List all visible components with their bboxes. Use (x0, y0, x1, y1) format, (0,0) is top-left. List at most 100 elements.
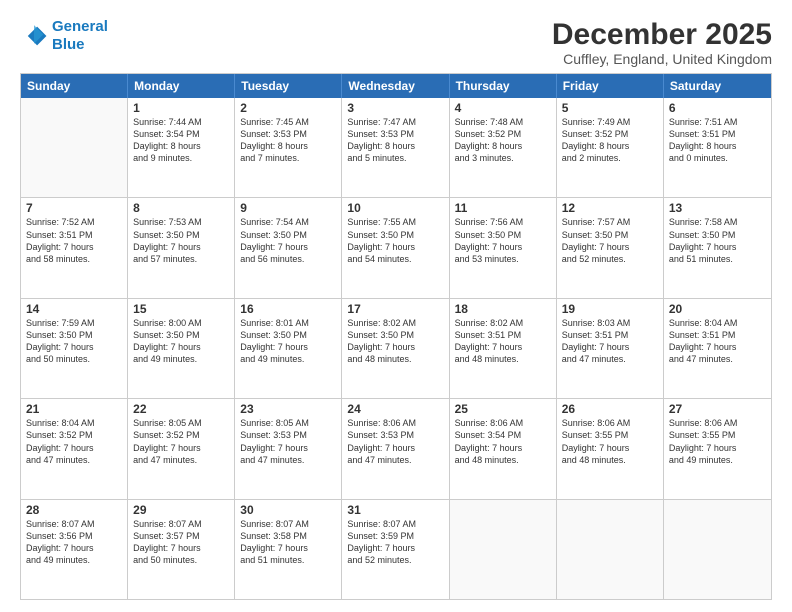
cal-cell: 25Sunrise: 8:06 AM Sunset: 3:54 PM Dayli… (450, 399, 557, 498)
cell-info: Sunrise: 8:06 AM Sunset: 3:55 PM Dayligh… (669, 417, 766, 466)
cell-info: Sunrise: 7:49 AM Sunset: 3:52 PM Dayligh… (562, 116, 658, 165)
week-row-4: 21Sunrise: 8:04 AM Sunset: 3:52 PM Dayli… (21, 398, 771, 498)
cal-cell: 4Sunrise: 7:48 AM Sunset: 3:52 PM Daylig… (450, 98, 557, 197)
day-number: 28 (26, 503, 122, 517)
cell-info: Sunrise: 8:03 AM Sunset: 3:51 PM Dayligh… (562, 317, 658, 366)
day-number: 26 (562, 402, 658, 416)
cell-info: Sunrise: 7:44 AM Sunset: 3:54 PM Dayligh… (133, 116, 229, 165)
cal-cell: 3Sunrise: 7:47 AM Sunset: 3:53 PM Daylig… (342, 98, 449, 197)
day-number: 15 (133, 302, 229, 316)
cal-cell: 24Sunrise: 8:06 AM Sunset: 3:53 PM Dayli… (342, 399, 449, 498)
cell-info: Sunrise: 7:48 AM Sunset: 3:52 PM Dayligh… (455, 116, 551, 165)
day-number: 9 (240, 201, 336, 215)
cell-info: Sunrise: 7:51 AM Sunset: 3:51 PM Dayligh… (669, 116, 766, 165)
day-number: 2 (240, 101, 336, 115)
calendar-body: 1Sunrise: 7:44 AM Sunset: 3:54 PM Daylig… (21, 98, 771, 599)
day-number: 20 (669, 302, 766, 316)
cal-cell: 13Sunrise: 7:58 AM Sunset: 3:50 PM Dayli… (664, 198, 771, 297)
week-row-1: 1Sunrise: 7:44 AM Sunset: 3:54 PM Daylig… (21, 98, 771, 197)
cal-cell: 21Sunrise: 8:04 AM Sunset: 3:52 PM Dayli… (21, 399, 128, 498)
cal-cell: 10Sunrise: 7:55 AM Sunset: 3:50 PM Dayli… (342, 198, 449, 297)
cell-info: Sunrise: 7:55 AM Sunset: 3:50 PM Dayligh… (347, 216, 443, 265)
day-number: 13 (669, 201, 766, 215)
cell-info: Sunrise: 8:06 AM Sunset: 3:53 PM Dayligh… (347, 417, 443, 466)
cell-info: Sunrise: 7:54 AM Sunset: 3:50 PM Dayligh… (240, 216, 336, 265)
cal-cell: 19Sunrise: 8:03 AM Sunset: 3:51 PM Dayli… (557, 299, 664, 398)
day-number: 17 (347, 302, 443, 316)
calendar-header: SundayMondayTuesdayWednesdayThursdayFrid… (21, 74, 771, 98)
cal-cell: 8Sunrise: 7:53 AM Sunset: 3:50 PM Daylig… (128, 198, 235, 297)
cell-info: Sunrise: 7:45 AM Sunset: 3:53 PM Dayligh… (240, 116, 336, 165)
cal-cell: 28Sunrise: 8:07 AM Sunset: 3:56 PM Dayli… (21, 500, 128, 599)
cell-info: Sunrise: 8:05 AM Sunset: 3:52 PM Dayligh… (133, 417, 229, 466)
logo: General Blue (20, 18, 108, 54)
cell-info: Sunrise: 7:47 AM Sunset: 3:53 PM Dayligh… (347, 116, 443, 165)
cal-cell (450, 500, 557, 599)
cell-info: Sunrise: 8:06 AM Sunset: 3:55 PM Dayligh… (562, 417, 658, 466)
cell-info: Sunrise: 8:05 AM Sunset: 3:53 PM Dayligh… (240, 417, 336, 466)
cal-cell: 15Sunrise: 8:00 AM Sunset: 3:50 PM Dayli… (128, 299, 235, 398)
cal-cell: 29Sunrise: 8:07 AM Sunset: 3:57 PM Dayli… (128, 500, 235, 599)
location: Cuffley, England, United Kingdom (552, 51, 772, 67)
cal-cell: 26Sunrise: 8:06 AM Sunset: 3:55 PM Dayli… (557, 399, 664, 498)
day-number: 3 (347, 101, 443, 115)
cell-info: Sunrise: 8:02 AM Sunset: 3:51 PM Dayligh… (455, 317, 551, 366)
cell-info: Sunrise: 7:58 AM Sunset: 3:50 PM Dayligh… (669, 216, 766, 265)
cell-info: Sunrise: 7:53 AM Sunset: 3:50 PM Dayligh… (133, 216, 229, 265)
cal-cell: 30Sunrise: 8:07 AM Sunset: 3:58 PM Dayli… (235, 500, 342, 599)
cal-cell: 16Sunrise: 8:01 AM Sunset: 3:50 PM Dayli… (235, 299, 342, 398)
day-header-tuesday: Tuesday (235, 74, 342, 98)
cell-info: Sunrise: 8:07 AM Sunset: 3:57 PM Dayligh… (133, 518, 229, 567)
day-header-sunday: Sunday (21, 74, 128, 98)
day-number: 4 (455, 101, 551, 115)
cal-cell: 23Sunrise: 8:05 AM Sunset: 3:53 PM Dayli… (235, 399, 342, 498)
cell-info: Sunrise: 8:04 AM Sunset: 3:51 PM Dayligh… (669, 317, 766, 366)
day-number: 19 (562, 302, 658, 316)
cell-info: Sunrise: 7:52 AM Sunset: 3:51 PM Dayligh… (26, 216, 122, 265)
cal-cell (557, 500, 664, 599)
day-number: 23 (240, 402, 336, 416)
week-row-5: 28Sunrise: 8:07 AM Sunset: 3:56 PM Dayli… (21, 499, 771, 599)
cell-info: Sunrise: 8:06 AM Sunset: 3:54 PM Dayligh… (455, 417, 551, 466)
day-number: 1 (133, 101, 229, 115)
cell-info: Sunrise: 7:56 AM Sunset: 3:50 PM Dayligh… (455, 216, 551, 265)
day-number: 30 (240, 503, 336, 517)
cal-cell: 2Sunrise: 7:45 AM Sunset: 3:53 PM Daylig… (235, 98, 342, 197)
cal-cell: 31Sunrise: 8:07 AM Sunset: 3:59 PM Dayli… (342, 500, 449, 599)
month-title: December 2025 (552, 18, 772, 51)
cal-cell: 12Sunrise: 7:57 AM Sunset: 3:50 PM Dayli… (557, 198, 664, 297)
day-number: 16 (240, 302, 336, 316)
week-row-3: 14Sunrise: 7:59 AM Sunset: 3:50 PM Dayli… (21, 298, 771, 398)
day-number: 6 (669, 101, 766, 115)
cell-info: Sunrise: 8:04 AM Sunset: 3:52 PM Dayligh… (26, 417, 122, 466)
day-number: 10 (347, 201, 443, 215)
day-number: 8 (133, 201, 229, 215)
day-number: 22 (133, 402, 229, 416)
cell-info: Sunrise: 8:00 AM Sunset: 3:50 PM Dayligh… (133, 317, 229, 366)
cal-cell: 14Sunrise: 7:59 AM Sunset: 3:50 PM Dayli… (21, 299, 128, 398)
day-header-friday: Friday (557, 74, 664, 98)
day-header-saturday: Saturday (664, 74, 771, 98)
title-block: December 2025 Cuffley, England, United K… (552, 18, 772, 67)
cal-cell (664, 500, 771, 599)
cell-info: Sunrise: 8:01 AM Sunset: 3:50 PM Dayligh… (240, 317, 336, 366)
day-number: 12 (562, 201, 658, 215)
day-number: 27 (669, 402, 766, 416)
day-number: 14 (26, 302, 122, 316)
logo-icon (20, 22, 48, 50)
cal-cell: 17Sunrise: 8:02 AM Sunset: 3:50 PM Dayli… (342, 299, 449, 398)
cal-cell: 5Sunrise: 7:49 AM Sunset: 3:52 PM Daylig… (557, 98, 664, 197)
day-number: 31 (347, 503, 443, 517)
cal-cell: 1Sunrise: 7:44 AM Sunset: 3:54 PM Daylig… (128, 98, 235, 197)
day-number: 7 (26, 201, 122, 215)
day-number: 5 (562, 101, 658, 115)
header: General Blue December 2025 Cuffley, Engl… (20, 18, 772, 67)
day-number: 25 (455, 402, 551, 416)
cal-cell: 22Sunrise: 8:05 AM Sunset: 3:52 PM Dayli… (128, 399, 235, 498)
calendar: SundayMondayTuesdayWednesdayThursdayFrid… (20, 73, 772, 600)
day-number: 11 (455, 201, 551, 215)
cell-info: Sunrise: 8:07 AM Sunset: 3:59 PM Dayligh… (347, 518, 443, 567)
day-number: 24 (347, 402, 443, 416)
cell-info: Sunrise: 8:07 AM Sunset: 3:58 PM Dayligh… (240, 518, 336, 567)
cal-cell (21, 98, 128, 197)
